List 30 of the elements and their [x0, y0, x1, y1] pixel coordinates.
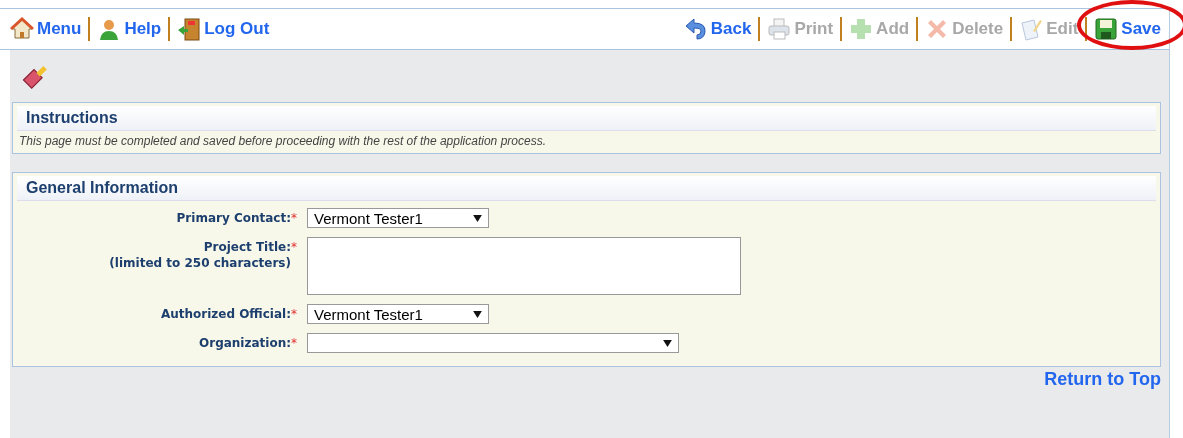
plus-icon: [849, 17, 874, 41]
panel-header: General Information: [17, 176, 1156, 200]
text-area[interactable]: [307, 237, 741, 295]
caret-icon: [473, 310, 482, 318]
required-asterisk: *: [291, 306, 297, 322]
dropdown[interactable]: [307, 333, 679, 353]
field-label: Project Title: (limited to 250 characters): [109, 239, 291, 271]
house-icon: [10, 17, 34, 41]
panel-header: Instructions: [17, 106, 1156, 130]
return-to-top-link[interactable]: Return to Top: [1044, 369, 1161, 390]
required-asterisk: *: [291, 239, 297, 255]
field-label: Organization:: [199, 335, 291, 351]
toolbar-link[interactable]: Menu: [10, 17, 82, 41]
toolbar-link[interactable]: Save: [1094, 17, 1161, 41]
field-label: Authorized Official:: [160, 306, 291, 322]
printer-icon: [767, 17, 792, 41]
toolbar-link[interactable]: Log Out: [168, 17, 270, 41]
field-label: Primary Contact:: [176, 210, 291, 226]
back-arrow-icon: [683, 17, 708, 41]
door-icon: [177, 17, 202, 41]
dropdown[interactable]: Vermont Tester1: [307, 304, 489, 324]
caret-icon: [663, 339, 672, 347]
notepad-icon: [1019, 17, 1044, 41]
instructions-text: This page must be completed and saved before proceeding with the rest of the application process.: [18, 133, 547, 149]
dropdown[interactable]: Vermont Tester1: [307, 208, 489, 228]
toolbar-link[interactable]: Back: [683, 17, 752, 41]
caret-icon: [473, 214, 482, 222]
toolbar-link[interactable]: Help: [88, 17, 162, 41]
required-asterisk: *: [291, 210, 297, 226]
required-asterisk: *: [291, 335, 297, 351]
